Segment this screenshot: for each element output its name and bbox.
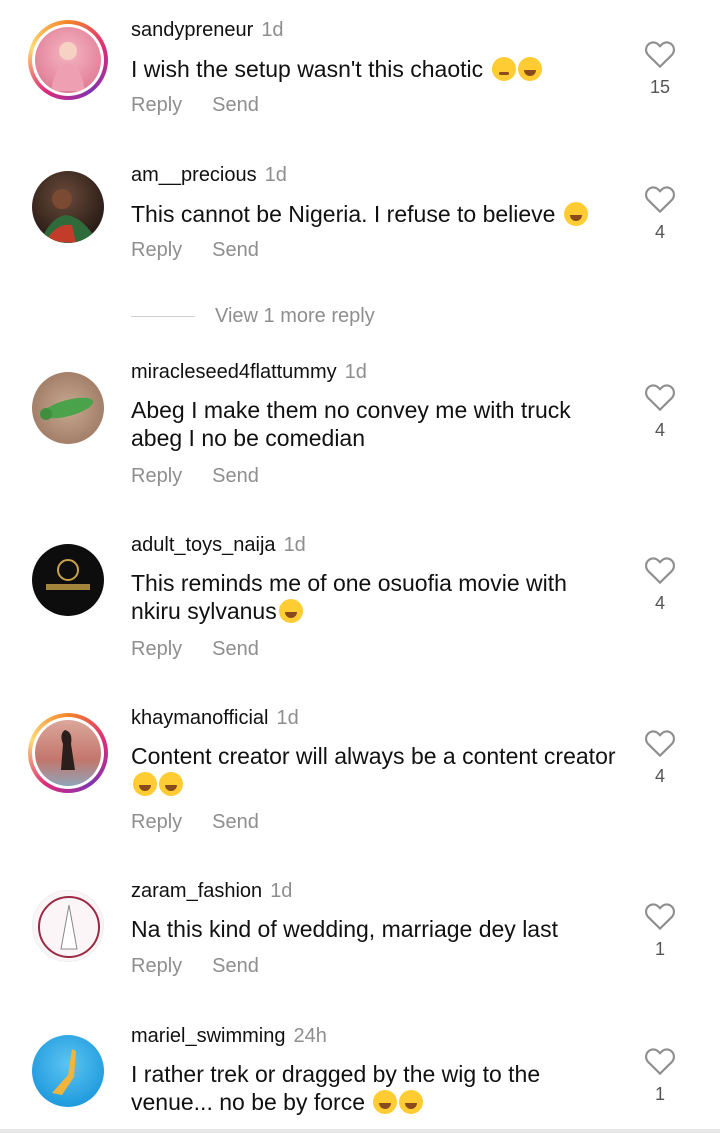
like-count: 15 xyxy=(649,77,671,97)
avatar-frame[interactable] xyxy=(32,1035,104,1107)
face-with-tears-of-joy-icon xyxy=(278,599,303,623)
comment-actions: Reply Send xyxy=(131,94,259,117)
view-more-label: View 1 more reply xyxy=(215,304,375,327)
avatar-frame[interactable] xyxy=(32,372,104,444)
like-control: 4 xyxy=(639,382,681,441)
send-button[interactable]: Send xyxy=(212,94,259,117)
comment-actions: Reply Send xyxy=(131,465,259,488)
heart-icon[interactable] xyxy=(644,1046,676,1076)
avatar xyxy=(32,890,104,962)
avatar-frame[interactable] xyxy=(32,890,104,962)
username[interactable]: mariel_swimming xyxy=(131,1025,285,1047)
heart-icon[interactable] xyxy=(644,901,676,931)
like-control: 4 xyxy=(639,728,681,787)
comment-meta: mariel_swimming 24h xyxy=(131,1023,327,1049)
like-count: 4 xyxy=(654,766,665,786)
view-more-replies[interactable]: View 1 more reply xyxy=(131,303,375,329)
bottom-divider xyxy=(0,1129,720,1133)
comment-text: Abeg I make them no convey me with truck… xyxy=(131,397,571,451)
avatar xyxy=(32,1035,104,1107)
heart-icon[interactable] xyxy=(644,728,676,758)
username[interactable]: adult_toys_naija xyxy=(131,534,276,556)
comment-actions: Reply Send xyxy=(131,239,259,262)
timestamp: 1d xyxy=(264,164,287,186)
username[interactable]: sandypreneur xyxy=(131,19,253,41)
like-control: 1 xyxy=(639,1046,681,1105)
username[interactable]: zaram_fashion xyxy=(131,880,262,902)
heart-icon[interactable] xyxy=(644,382,676,412)
reply-button[interactable]: Reply xyxy=(131,465,182,488)
face-with-tears-of-joy-icon xyxy=(517,57,542,81)
face-with-tears-of-joy-icon xyxy=(133,772,157,796)
face-with-tears-of-joy-icon xyxy=(563,202,588,226)
reply-button[interactable]: Reply xyxy=(131,955,182,978)
comment-meta: khaymanofficial 1d xyxy=(131,705,299,731)
send-button[interactable]: Send xyxy=(212,465,259,488)
face-with-tears-of-joy-icon xyxy=(159,772,183,796)
comment-text: This reminds me of one osuofia movie wit… xyxy=(131,570,567,624)
like-control: 1 xyxy=(639,901,681,960)
comment-meta: adult_toys_naija 1d xyxy=(131,532,306,558)
divider xyxy=(131,315,195,317)
timestamp: 24h xyxy=(293,1025,327,1047)
avatar xyxy=(35,27,101,93)
like-count: 4 xyxy=(654,593,665,613)
timestamp: 1d xyxy=(276,707,299,729)
comment-meta: miracleseed4flattummy 1d xyxy=(131,359,367,385)
heart-icon[interactable] xyxy=(644,39,676,69)
comment-text: Na this kind of wedding, marriage dey la… xyxy=(131,916,558,942)
avatar xyxy=(32,372,104,444)
reply-button[interactable]: Reply xyxy=(131,811,182,834)
comment-text: Content creator will always be a content… xyxy=(131,742,621,798)
avatar-frame[interactable] xyxy=(32,171,104,243)
send-button[interactable]: Send xyxy=(212,811,259,834)
avatar-story-ring[interactable] xyxy=(28,713,108,793)
comment-actions: Reply Send xyxy=(131,811,259,834)
comment-meta: zaram_fashion 1d xyxy=(131,878,292,904)
send-button[interactable]: Send xyxy=(212,638,259,661)
comment-text: I rather trek or dragged by the wig to t… xyxy=(131,1061,541,1115)
reply-button[interactable]: Reply xyxy=(131,94,182,117)
avatar-frame[interactable] xyxy=(32,544,104,616)
username[interactable]: khaymanofficial xyxy=(131,707,268,729)
comment-actions: Reply Send xyxy=(131,955,259,978)
timestamp: 1d xyxy=(270,880,293,902)
reply-button[interactable]: Reply xyxy=(131,638,182,661)
like-count: 1 xyxy=(654,1084,665,1104)
like-count: 1 xyxy=(654,939,665,959)
like-count: 4 xyxy=(654,222,665,242)
comment-text: I wish the setup wasn't this chaotic xyxy=(131,55,621,83)
avatar xyxy=(32,171,104,243)
username[interactable]: am__precious xyxy=(131,164,257,186)
like-control: 15 xyxy=(639,39,681,98)
send-button[interactable]: Send xyxy=(212,239,259,262)
like-count: 4 xyxy=(654,420,665,440)
timestamp: 1d xyxy=(261,19,284,41)
like-control: 4 xyxy=(639,184,681,243)
comment-text: This cannot be Nigeria. I refuse to beli… xyxy=(131,200,621,228)
avatar-story-ring[interactable] xyxy=(28,20,108,100)
relieved-face-icon xyxy=(491,57,516,81)
timestamp: 1d xyxy=(283,534,306,556)
send-button[interactable]: Send xyxy=(212,955,259,978)
avatar xyxy=(32,544,104,616)
username[interactable]: miracleseed4flattummy xyxy=(131,361,337,383)
reply-button[interactable]: Reply xyxy=(131,239,182,262)
comment-meta: am__precious 1d xyxy=(131,162,287,188)
face-with-tears-of-joy-icon xyxy=(399,1090,424,1114)
face-with-tears-of-joy-icon xyxy=(373,1090,398,1114)
avatar xyxy=(35,720,101,786)
heart-icon[interactable] xyxy=(644,555,676,585)
comment-meta: sandypreneur 1d xyxy=(131,17,284,43)
like-control: 4 xyxy=(639,555,681,614)
heart-icon[interactable] xyxy=(644,184,676,214)
comment-actions: Reply Send xyxy=(131,638,259,661)
timestamp: 1d xyxy=(344,361,367,383)
